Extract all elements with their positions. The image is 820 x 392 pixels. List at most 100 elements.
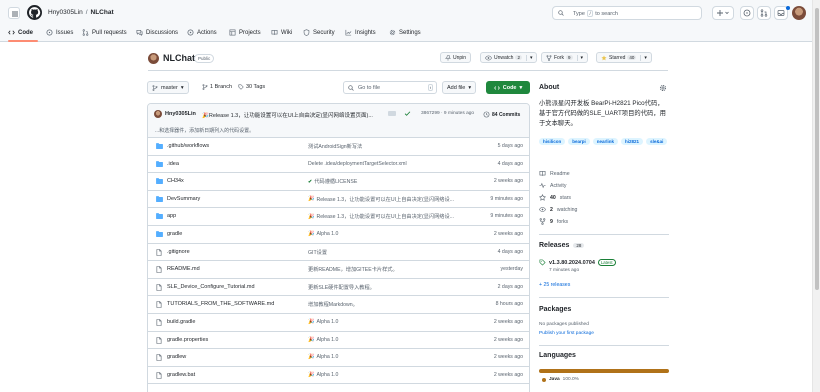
go-to-file-input[interactable]: Go to file t: [343, 81, 437, 94]
file-row[interactable]: gradlew.bat 🎉 Alpha 1.0 2 weeks ago: [148, 367, 529, 385]
topic-tag[interactable]: hisilicon: [539, 138, 566, 145]
tab-insights[interactable]: Insights: [345, 29, 376, 36]
topic-tag[interactable]: nearlink: [592, 138, 619, 145]
menu-icon[interactable]: [8, 7, 20, 19]
file-row[interactable]: .idea Delete .idea/deploymentTargetSelect…: [148, 156, 529, 174]
tags-link[interactable]: 30 Tags: [238, 84, 265, 90]
github-logo-icon[interactable]: [27, 5, 42, 20]
file-row[interactable]: gradle 🎉 Alpha 1.0 2 weeks ago: [148, 226, 529, 244]
file-name[interactable]: README.md: [167, 266, 200, 272]
file-name[interactable]: .idea: [167, 161, 179, 167]
file-name[interactable]: gradlew: [167, 354, 186, 360]
branches-link[interactable]: 1 Branch: [202, 84, 232, 90]
scrollbar-thumb[interactable]: [815, 8, 819, 290]
file-name[interactable]: TUTORIALS_FROM_THE_SOFTWARE.md: [167, 301, 274, 307]
commit-message[interactable]: 🎉Release 1.3，让功能设置可以在UI上自由决定(显闪网络设置页面)..…: [202, 111, 373, 119]
tab-wiki[interactable]: Wiki: [271, 29, 292, 36]
file-commit-message[interactable]: ✔ 代码遵循LICENSE: [308, 178, 357, 186]
create-new-button[interactable]: [712, 6, 734, 20]
file-commit-message[interactable]: 🎉 Alpha 1.0: [308, 337, 338, 343]
activity-link[interactable]: Activity: [539, 182, 566, 189]
stars-link[interactable]: 40 stars: [539, 194, 571, 201]
readme-link[interactable]: Readme: [539, 170, 570, 177]
file-commit-message[interactable]: 测试AndroidSign新写法: [308, 143, 362, 150]
file-name[interactable]: .gitignore: [167, 249, 190, 255]
topic-tag[interactable]: bearpi: [568, 138, 590, 145]
topic-tag[interactable]: hi2821: [621, 138, 644, 145]
latest-release[interactable]: v1.3.80.2024.0704 Latest: [539, 259, 616, 266]
file-row[interactable]: .github/workflows 测试AndroidSign新写法 5 days …: [148, 138, 529, 156]
file-commit-message[interactable]: 🎉 Release 1.3，让功能设置可以在UI上自由决定(显闪网络设...: [308, 213, 454, 221]
issues-icon[interactable]: [740, 6, 754, 20]
check-icon[interactable]: [404, 110, 411, 117]
tab-actions[interactable]: Actions: [187, 29, 217, 36]
tab-projects[interactable]: Projects: [229, 29, 261, 36]
releases-heading[interactable]: Releases 28: [539, 242, 585, 249]
chevron-down-icon[interactable]: ▾: [525, 54, 532, 61]
chevron-down-icon[interactable]: ▾: [640, 54, 647, 61]
file-commit-message[interactable]: 增加教程Markdown。: [308, 301, 358, 308]
file-name[interactable]: gradle: [167, 231, 182, 237]
file-name[interactable]: app: [167, 213, 176, 219]
unwatch-button[interactable]: Unwatch 2 ▾: [480, 52, 538, 63]
publish-package-link[interactable]: Publish your first package: [539, 331, 594, 336]
tab-settings[interactable]: Settings: [389, 29, 421, 36]
file-commit-message[interactable]: 🎉 Release 1.3，让功能设置可以在UI上自由决定(显闪网络设...: [308, 196, 454, 203]
file-name[interactable]: build.gradle: [167, 319, 195, 325]
file-row[interactable]: gradlew 🎉 Alpha 1.0 2 weeks ago: [148, 349, 529, 367]
unpin-button[interactable]: Unpin: [440, 52, 472, 63]
file-row[interactable]: build.gradle 🎉 Alpha 1.0 2 weeks ago: [148, 314, 529, 332]
file-row[interactable]: DevSummary 🎉 Release 1.3，让功能设置可以在UI上自由决定(显…: [148, 191, 529, 209]
file-name[interactable]: gradle.properties: [167, 337, 208, 343]
file-commit-message[interactable]: 🎉 Alpha 1.0: [308, 231, 338, 237]
tab-security[interactable]: Security: [303, 29, 335, 36]
tab-discussions[interactable]: Discussions: [136, 29, 178, 36]
file-commit-message[interactable]: 更新README，增加GITEE卡片样式。: [308, 266, 398, 273]
file-commit-message[interactable]: Delete .idea/deploymentTargetSelector.xm…: [308, 161, 407, 167]
add-file-button[interactable]: Add file ▾: [442, 81, 477, 94]
file-commit-message[interactable]: 🎉 Alpha 1.0: [308, 372, 338, 378]
code-button[interactable]: Code ▾: [486, 81, 530, 94]
user-avatar[interactable]: [792, 6, 806, 20]
file-name[interactable]: DevSummary: [167, 196, 200, 202]
starred-button[interactable]: Starred 40 ▾: [596, 52, 652, 63]
file-row[interactable]: .gitignore GIT设置 4 days ago: [148, 244, 529, 262]
fork-button[interactable]: Fork 9 ▾: [541, 52, 589, 63]
file-row[interactable]: app 🎉 Release 1.3，让功能设置可以在UI上自由决定(显闪网络设...…: [148, 208, 529, 226]
commit-hash-time[interactable]: 3867299 · 9 minutes ago: [421, 111, 474, 116]
language-item[interactable]: Java 100.0%: [542, 377, 579, 382]
topic-tag[interactable]: sle&ai: [646, 138, 668, 145]
commit-author-avatar[interactable]: [154, 110, 162, 118]
forks-link[interactable]: 9 forks: [539, 218, 568, 225]
file-name[interactable]: gradlew.bat: [167, 372, 195, 378]
file-row[interactable]: SLE_Device_Configure_Tutorial.md 更新SLE硬件配…: [148, 279, 529, 297]
owner-link[interactable]: Hny0305Lin: [48, 9, 83, 16]
expand-commit-button[interactable]: [388, 111, 396, 116]
file-commit-message[interactable]: GIT设置: [308, 249, 327, 256]
file-commit-message[interactable]: 🎉 Alpha 1.0: [308, 319, 338, 325]
watchers-link[interactable]: 2 watching: [539, 206, 577, 213]
packages-heading[interactable]: Packages: [539, 306, 571, 313]
chevron-down-icon[interactable]: ▾: [576, 54, 583, 61]
repo-link[interactable]: NLChat: [91, 9, 114, 16]
page-scrollbar[interactable]: [812, 0, 820, 392]
file-row[interactable]: gradle.properties 🎉 Alpha 1.0 2 weeks ago: [148, 332, 529, 350]
tab-code[interactable]: Code: [8, 29, 33, 36]
commit-author[interactable]: Hny0305Lin: [165, 111, 196, 117]
file-row[interactable]: TUTORIALS_FROM_THE_SOFTWARE.md 增加教程Markdo…: [148, 296, 529, 314]
file-name[interactable]: SLE_Device_Configure_Tutorial.md: [167, 284, 255, 290]
pull-request-icon[interactable]: [757, 6, 771, 20]
file-commit-message[interactable]: 🎉 Alpha 1.0: [308, 354, 338, 360]
repo-owner-avatar[interactable]: [148, 53, 159, 64]
tab-pull-requests[interactable]: Pull requests: [82, 29, 127, 36]
more-releases-link[interactable]: + 25 releases: [539, 282, 570, 288]
file-row[interactable]: README.md 更新README，增加GITEE卡片样式。 yesterday: [148, 261, 529, 279]
file-commit-message[interactable]: 更新SLE硬件配置导入教程。: [308, 284, 375, 291]
commits-link[interactable]: 84 Commits: [483, 111, 520, 118]
file-name[interactable]: CH34x: [167, 178, 184, 184]
repo-title[interactable]: NLChat: [163, 53, 195, 63]
global-search-input[interactable]: Type / to search: [552, 6, 702, 20]
gear-icon[interactable]: [659, 84, 667, 92]
file-row[interactable]: CH34x ✔ 代码遵循LICENSE 2 weeks ago: [148, 173, 529, 191]
tab-issues[interactable]: Issues: [46, 29, 73, 36]
